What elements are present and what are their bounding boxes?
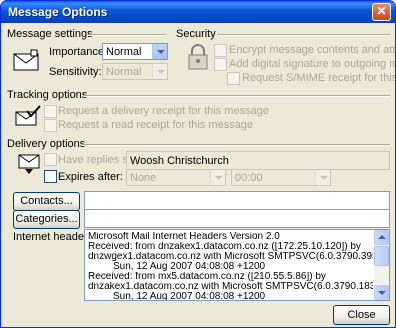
chevron-down-icon[interactable] xyxy=(152,44,167,59)
delivery-receipt-label: Request a delivery receipt for this mess… xyxy=(58,105,269,117)
sensitivity-label: Sensitivity: xyxy=(49,66,102,78)
sensitivity-value: Normal xyxy=(106,66,142,78)
tracking-title: Tracking options xyxy=(7,89,88,101)
header-line: Sun, 12 Aug 2007 04:08:08 +1200 xyxy=(88,292,266,301)
expires-time-select[interactable]: 00:00 xyxy=(231,169,331,186)
contacts-button[interactable]: Contacts... xyxy=(13,192,80,211)
chevron-down-icon[interactable] xyxy=(152,64,167,79)
categories-field[interactable] xyxy=(84,209,390,228)
window-title: Message Options xyxy=(8,5,108,19)
smime-checkbox[interactable] xyxy=(227,72,240,85)
header-line: Received: from dnzakex1.datacom.co.nz ([… xyxy=(88,242,361,252)
read-receipt-checkbox[interactable] xyxy=(44,119,57,132)
divider xyxy=(83,95,390,97)
scroll-thumb[interactable] xyxy=(374,246,389,266)
encrypt-label: Encrypt message contents and attachments xyxy=(229,44,396,56)
header-line: dnzwgex1.datacom.co.nz with Microsoft SM… xyxy=(88,252,373,262)
sensitivity-select[interactable]: Normal xyxy=(102,63,168,80)
header-line: Microsoft Mail Internet Headers Version … xyxy=(88,232,280,242)
expires-date-select[interactable]: None xyxy=(126,169,226,186)
scroll-up-icon[interactable] xyxy=(374,230,389,245)
importance-select[interactable]: Normal xyxy=(102,43,168,60)
close-button[interactable]: Close xyxy=(333,305,390,325)
contacts-field[interactable] xyxy=(84,191,390,210)
categories-button[interactable]: Categories... xyxy=(13,210,80,229)
internet-headers-text: Microsoft Mail Internet Headers Version … xyxy=(88,232,373,301)
close-icon[interactable]: ✕ xyxy=(372,3,391,21)
smime-label: Request S/MIME receipt for this message xyxy=(242,72,396,84)
header-line: Received: from mx5.datacom.co.nz ([210.5… xyxy=(88,272,326,282)
message-settings-title: Message settings xyxy=(7,28,93,40)
expires-time-value: 00:00 xyxy=(235,172,263,184)
internet-headers-textbox[interactable]: Microsoft Mail Internet Headers Version … xyxy=(84,229,390,301)
checkmark-envelope-icon xyxy=(15,105,41,126)
message-options-dialog: Message Options ✕ Message settings Impor… xyxy=(0,0,396,328)
vertical-scrollbar[interactable] xyxy=(374,230,389,300)
lock-icon xyxy=(188,44,208,70)
replies-field[interactable]: Woosh Christchurch xyxy=(126,151,390,170)
title-bar[interactable]: Message Options ✕ xyxy=(1,1,395,23)
divider xyxy=(81,144,390,146)
envelope-icon xyxy=(13,49,39,71)
scroll-down-icon[interactable] xyxy=(374,285,389,300)
divider xyxy=(87,34,165,36)
header-line: dnzakex1.datacom.co.nz with Microsoft SM… xyxy=(88,282,373,292)
importance-value: Normal xyxy=(106,46,142,58)
expires-label: Expires after: xyxy=(58,171,123,183)
expires-date-value: None xyxy=(130,172,157,184)
signature-label: Add digital signature to outgoing messag… xyxy=(229,58,395,70)
delivery-envelope-icon xyxy=(18,154,40,174)
encrypt-checkbox[interactable] xyxy=(214,44,227,57)
replies-checkbox[interactable] xyxy=(44,153,57,166)
header-line: Sun, 12 Aug 2007 04:08:08 +1200 xyxy=(88,262,266,272)
read-receipt-label: Request a read receipt for this message xyxy=(58,119,254,131)
security-title: Security xyxy=(176,28,216,40)
replies-value: Woosh Christchurch xyxy=(130,155,229,167)
signature-checkbox[interactable] xyxy=(214,58,227,71)
importance-label: Importance: xyxy=(49,46,108,58)
chevron-down-icon[interactable] xyxy=(210,170,225,185)
expires-checkbox[interactable] xyxy=(44,170,57,183)
delivery-receipt-checkbox[interactable] xyxy=(44,105,57,118)
delivery-title: Delivery options xyxy=(7,138,86,150)
divider xyxy=(217,34,390,36)
chevron-down-icon[interactable] xyxy=(315,170,330,185)
